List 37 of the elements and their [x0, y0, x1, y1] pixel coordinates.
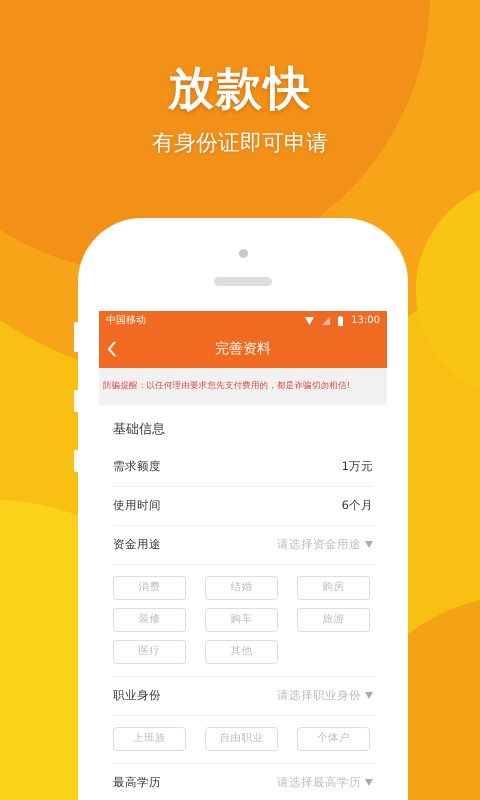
- field-label: 需求额度: [113, 458, 161, 475]
- option-chip[interactable]: 自由职业: [205, 726, 278, 750]
- page-title: 完善资料: [215, 340, 271, 358]
- option-chip[interactable]: 旅游: [297, 608, 370, 632]
- section-title: 基础信息: [113, 422, 165, 437]
- field-label: 职业身份: [113, 686, 161, 704]
- back-icon[interactable]: [107, 341, 117, 357]
- wifi-icon: [305, 316, 314, 324]
- option-chip[interactable]: 其他: [205, 640, 278, 664]
- speaker-icon: [214, 277, 272, 286]
- warning-text: 防骗提醒：以任何理由要求您先支付费用的，都是诈骗切勿相信!: [103, 380, 350, 393]
- select-field[interactable]: 请选择资金用途: [277, 536, 373, 554]
- option-chip[interactable]: 医疗: [113, 640, 186, 664]
- select-field[interactable]: 请选择最高学历: [277, 774, 373, 792]
- field-value: 1万元: [342, 458, 373, 475]
- dropdown-icon: [365, 779, 373, 786]
- field-label: 使用时间: [113, 496, 161, 514]
- dropdown-icon: [365, 541, 373, 548]
- option-chip[interactable]: 上班族: [113, 726, 186, 750]
- signal-icon: [322, 316, 330, 324]
- option-chip[interactable]: 购车: [205, 608, 278, 632]
- field-value: 6个月: [342, 496, 373, 514]
- battery-icon: [338, 316, 344, 326]
- headline: 放款快: [166, 60, 313, 116]
- option-chip[interactable]: 装修: [113, 608, 186, 632]
- option-chip[interactable]: 购房: [297, 576, 370, 600]
- option-chip[interactable]: 个体户: [297, 726, 370, 750]
- subtitle: 有身份证即可申请: [152, 130, 328, 158]
- field-label: 资金用途: [113, 536, 161, 553]
- option-chip[interactable]: 结婚: [205, 576, 278, 600]
- field-label: 最高学历: [113, 774, 161, 791]
- option-chip[interactable]: 消费: [113, 576, 186, 600]
- dropdown-icon: [365, 692, 373, 699]
- camera-icon: [238, 249, 248, 258]
- time-label: 13:00: [351, 314, 380, 328]
- select-field[interactable]: 请选择职业身份: [277, 686, 373, 704]
- carrier-label: 中国移动: [106, 314, 146, 328]
